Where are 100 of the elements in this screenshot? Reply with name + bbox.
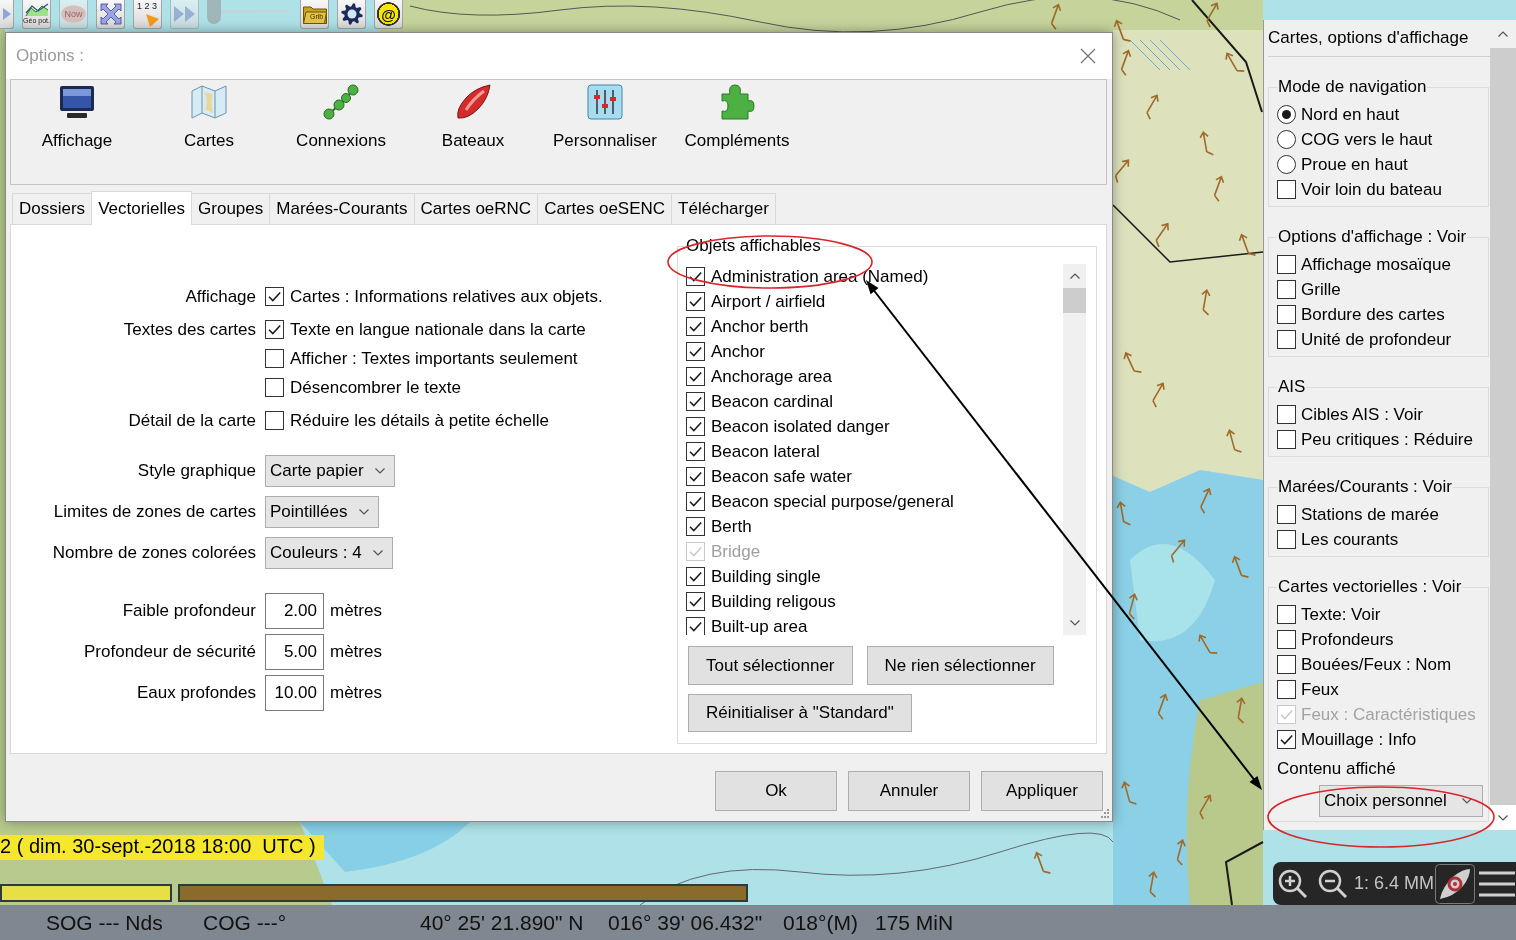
checkbox-label: Texte en langue nationale dans la carte [290,319,586,340]
radio-button[interactable] [1277,130,1296,149]
checkbox[interactable] [686,417,705,436]
checkbox-label: Beacon special purpose/general [711,491,954,512]
checkbox-label: Unité de profondeur [1301,329,1452,350]
dropdown[interactable]: Carte papier [265,455,395,487]
current-arrow-icon [1201,288,1211,316]
number-field[interactable]: 2.00 [265,593,324,629]
checkbox[interactable] [265,411,284,430]
resize-grip-icon[interactable] [1100,809,1109,818]
checkbox[interactable] [686,592,705,611]
select-all-button[interactable]: Tout sélectionner [688,646,853,685]
checkbox[interactable] [1277,280,1296,299]
checkbox[interactable] [686,342,705,361]
chevron-up-icon[interactable] [1498,31,1508,37]
checkbox[interactable] [1277,630,1296,649]
checkbox[interactable] [686,467,705,486]
chevron-down-icon [374,468,385,474]
ok-button[interactable]: Ok [715,771,837,811]
checkbox[interactable] [686,492,705,511]
dropdown[interactable]: Couleurs : 4 [265,537,393,569]
checkbox[interactable] [265,349,284,368]
triangle-icon [146,14,159,27]
checkbox[interactable] [265,378,284,397]
checkbox[interactable] [1277,405,1296,424]
category-button[interactable]: Personnaliser [539,80,671,184]
toolbar-button[interactable]: @ [374,0,403,29]
checkbox[interactable] [1277,730,1296,749]
checkbox[interactable] [1277,180,1296,199]
checkbox[interactable] [265,320,284,339]
fast-forward-icon [174,6,195,22]
tab[interactable]: Vectorielles [91,191,193,225]
cancel-button[interactable]: Annuler [848,771,970,811]
dropdown[interactable]: Choix personnel [1319,785,1483,817]
checkbox-label: Profondeurs [1301,629,1394,650]
tab[interactable]: Télécharger [671,193,776,224]
setting-label: Profondeur de sécurité [83,642,256,662]
chevron-up-icon[interactable] [1069,273,1080,279]
checkbox[interactable] [1277,530,1296,549]
checkbox[interactable] [686,317,705,336]
scrollbar[interactable] [1063,264,1086,635]
current-arrow-icon [1198,634,1218,654]
checkbox[interactable] [686,517,705,536]
checkbox[interactable] [1277,605,1296,624]
group-title: Mode de navigation [1277,76,1428,98]
menu-icon[interactable] [1479,870,1516,897]
scrollbar-thumb[interactable] [1063,288,1086,313]
current-arrow-icon [1157,693,1169,720]
current-arrow-icon [1116,500,1132,526]
panel-title: Cartes, options d'affichage [1267,27,1470,49]
category-button[interactable]: Affichage [11,80,143,184]
checkbox[interactable] [1277,505,1296,524]
checkbox-label: Administration area (Named) [711,266,929,287]
checkbox-label: Built-up area [711,616,808,635]
checkbox[interactable] [1277,255,1296,274]
category-button[interactable]: Connexions [275,80,407,184]
checkbox[interactable] [686,292,705,311]
radio-button[interactable] [1277,105,1296,124]
checkbox-label: Feux [1301,679,1339,700]
checkbox[interactable] [686,392,705,411]
checkbox[interactable] [1277,680,1296,699]
group-title: Options d'affichage : Voir [1277,226,1468,248]
toolbar-button[interactable]: 1 2 3 [133,0,162,29]
checkbox-label: Texte: Voir [1301,604,1381,625]
number-field[interactable]: 10.00 [265,675,324,711]
expand-arrows-icon [99,3,122,25]
checkbox[interactable] [686,267,705,286]
toolbar-button[interactable] [337,0,366,29]
hatched-area [1129,39,1191,71]
checkbox[interactable] [1277,655,1296,674]
chevron-down-icon[interactable] [1498,814,1508,821]
close-icon [1080,48,1096,64]
zoom-out-icon[interactable] [1318,869,1347,898]
checkbox[interactable] [1277,430,1296,449]
checkbox[interactable] [686,617,705,635]
category-button[interactable]: Compléments [671,80,803,184]
checkbox[interactable] [1277,305,1296,324]
category-button[interactable]: Cartes [143,80,275,184]
apply-button[interactable]: Appliquer [981,771,1103,811]
select-none-button[interactable]: Ne rien sélectionner [866,646,1054,685]
radio-button[interactable] [1277,155,1296,174]
checkbox[interactable] [686,442,705,461]
number-field[interactable]: 5.00 [265,634,324,670]
reset-button[interactable]: Réinitialiser à "Standard" [688,694,912,732]
chevron-down-icon[interactable] [1069,620,1080,626]
tab[interactable]: Dossiers [12,193,93,224]
checkbox[interactable] [1277,330,1296,349]
checkbox[interactable] [265,287,284,306]
checkbox[interactable] [686,567,705,586]
unit-label: mètres [330,683,382,703]
zoom-in-icon[interactable] [1278,869,1307,898]
current-arrow-icon [1170,539,1186,564]
category-button[interactable]: Bateaux [407,80,539,184]
status-field: 175 MiN [875,910,1516,935]
boat-position-icon[interactable] [1435,863,1476,904]
sliders-icon [587,84,623,120]
checkbox[interactable] [686,367,705,386]
dropdown[interactable]: Pointillées [265,496,379,528]
status-field: COG ---° [203,910,420,935]
close-button[interactable] [1080,48,1096,64]
